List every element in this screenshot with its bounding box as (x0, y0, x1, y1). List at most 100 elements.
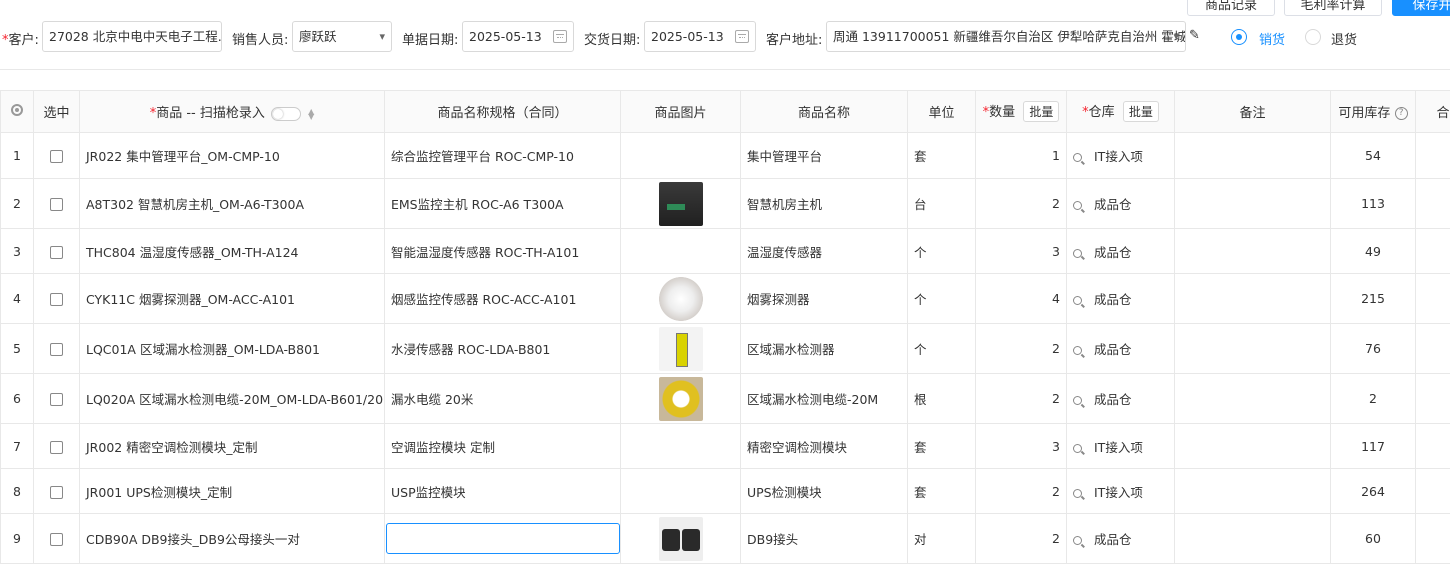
product-record-button[interactable]: 商品记录 (1187, 0, 1275, 16)
product-image[interactable] (658, 276, 703, 321)
doc-date-input[interactable]: 2025-05-13 (462, 21, 574, 52)
row-checkbox[interactable] (50, 485, 63, 499)
product-image[interactable] (658, 326, 703, 371)
table-row[interactable]: 5 LQC01A 区域漏水检测器_OM-LDA-B801 水浸传感器 ROC-LDA… (0, 323, 1450, 374)
note-cell[interactable] (1174, 513, 1331, 564)
return-option-label[interactable]: 退货 (1331, 29, 1357, 48)
row-checkbox[interactable] (50, 293, 63, 306)
header-product-label: 商品 -- 扫描枪录入 (156, 106, 265, 121)
search-icon[interactable] (1073, 296, 1082, 305)
product-cell[interactable]: THC804 温湿度传感器_OM-TH-A124 (79, 228, 385, 274)
spec-cell[interactable]: 烟感监控传感器 ROC-ACC-A101 (384, 273, 621, 324)
search-icon[interactable] (1073, 443, 1082, 453)
sales-select[interactable]: 廖跃跃 ▾ (292, 21, 392, 52)
edit-icon[interactable]: ✎ (1189, 28, 1200, 43)
table-row[interactable]: 1 JR022 集中管理平台_OM-CMP-10 综合监控管理平台 ROC-CMP-… (0, 132, 1450, 179)
qty-cell[interactable]: 2 (975, 468, 1067, 514)
product-cell[interactable]: CDB90A DB9接头_DB9公母接头一对 (79, 513, 385, 564)
warehouse-cell[interactable]: IT接入项 (1066, 468, 1175, 514)
note-cell[interactable] (1174, 132, 1331, 179)
warehouse-cell[interactable]: 成品仓 (1066, 513, 1175, 564)
table-row[interactable]: 8 JR001 UPS检测模块_定制 USP监控模块 UPS检测模块套 2 IT接入项 26… (0, 468, 1450, 514)
scanner-toggle[interactable] (271, 106, 301, 121)
customer-input[interactable]: 27028 北京中电中天电子工程... (42, 21, 222, 52)
spec-cell[interactable]: 智能温湿度传感器 ROC-TH-A101 (384, 228, 621, 274)
row-checkbox[interactable] (50, 393, 63, 406)
warehouse-cell[interactable]: 成品仓 (1066, 228, 1175, 274)
table-row[interactable]: 2 A8T302 智慧机房主机_OM-A6-T300A EMS监控主机 ROC-A6… (0, 178, 1450, 229)
table-row[interactable]: 7 JR002 精密空调检测模块_定制 空调监控模块 定制 精密空调检测模块套 3 IT接… (0, 423, 1450, 469)
qty-cell[interactable]: 2 (975, 323, 1067, 374)
margin-calc-button[interactable]: 毛利率计算 (1284, 0, 1382, 16)
qty-cell[interactable]: 1 (975, 132, 1067, 179)
product-cell[interactable]: JR002 精密空调检测模块_定制 (79, 423, 385, 469)
row-checkbox[interactable] (50, 440, 63, 454)
warehouse-cell[interactable]: 成品仓 (1066, 273, 1175, 324)
search-icon[interactable] (1073, 346, 1082, 355)
warehouse-cell[interactable]: 成品仓 (1066, 178, 1175, 229)
qty-cell[interactable]: 2 (975, 513, 1067, 564)
qty-cell[interactable]: 3 (975, 423, 1067, 469)
spec-cell[interactable]: 综合监控管理平台 ROC-CMP-10 (384, 132, 621, 179)
warehouse-value: IT接入项 (1094, 439, 1143, 455)
qty-batch-button[interactable]: 批量 (1023, 101, 1060, 122)
product-cell[interactable]: JR022 集中管理平台_OM-CMP-10 (79, 132, 385, 179)
note-cell[interactable] (1174, 323, 1331, 374)
note-cell[interactable] (1174, 178, 1331, 229)
product-image[interactable] (658, 181, 703, 226)
help-icon[interactable]: ? (1394, 107, 1408, 120)
note-cell[interactable] (1174, 228, 1331, 274)
warehouse-cell[interactable]: IT接入项 (1066, 423, 1175, 469)
row-checkbox[interactable] (50, 245, 63, 259)
product-image[interactable] (658, 516, 703, 561)
spec-cell[interactable] (384, 513, 621, 564)
product-cell[interactable]: LQ020A 区域漏水检测电缆-20M_OM-LDA-B601/20 (79, 373, 385, 424)
warehouse-cell[interactable]: 成品仓 (1066, 323, 1175, 374)
qty-cell[interactable]: 2 (975, 373, 1067, 424)
spec-cell[interactable]: USP监控模块 (384, 468, 621, 514)
spec-cell[interactable]: 漏水电缆 20米 (384, 373, 621, 424)
sale-option-label[interactable]: 销货 (1259, 29, 1285, 48)
spec-cell[interactable]: 空调监控模块 定制 (384, 423, 621, 469)
search-icon[interactable] (1073, 536, 1082, 545)
return-radio[interactable] (1305, 29, 1321, 45)
product-image[interactable] (658, 376, 703, 421)
row-checkbox[interactable] (50, 343, 63, 356)
save-button[interactable]: 保存并 (1392, 0, 1450, 16)
search-icon[interactable] (1073, 396, 1082, 405)
qty-cell[interactable]: 4 (975, 273, 1067, 324)
delivery-date-input[interactable]: 2025-05-13 (644, 21, 756, 52)
product-cell[interactable]: A8T302 智慧机房主机_OM-A6-T300A (79, 178, 385, 229)
address-select[interactable]: 周通 13911700051 新疆维吾尔自治区 伊犁哈萨克自治州 霍城 ▾ (826, 21, 1186, 52)
gear-icon[interactable] (11, 103, 23, 116)
search-icon[interactable] (1073, 248, 1082, 258)
sort-icon[interactable]: ▲ ▼ (308, 107, 314, 120)
product-cell[interactable]: LQC01A 区域漏水检测器_OM-LDA-B801 (79, 323, 385, 374)
table-row[interactable]: 9 CDB90A DB9接头_DB9公母接头一对 DB9接头对 2 成品仓 60 (0, 513, 1450, 564)
spec-input[interactable] (386, 523, 620, 554)
row-checkbox[interactable] (50, 150, 63, 163)
warehouse-cell[interactable]: 成品仓 (1066, 373, 1175, 424)
note-cell[interactable] (1174, 373, 1331, 424)
note-cell[interactable] (1174, 423, 1331, 469)
row-checkbox[interactable] (50, 198, 63, 211)
table-row[interactable]: 6 LQ020A 区域漏水检测电缆-20M_OM-LDA-B601/20 漏水电缆 … (0, 373, 1450, 424)
warehouse-batch-button[interactable]: 批量 (1122, 101, 1159, 122)
search-icon[interactable] (1073, 201, 1082, 210)
note-cell[interactable] (1174, 468, 1331, 514)
warehouse-cell[interactable]: IT接入项 (1066, 132, 1175, 179)
table-row[interactable]: 4 CYK11C 烟雾探测器_OM-ACC-A101 烟感监控传感器 ROC-ACC… (0, 273, 1450, 324)
search-icon[interactable] (1073, 153, 1082, 162)
spec-cell[interactable]: EMS监控主机 ROC-A6 T300A (384, 178, 621, 229)
product-cell[interactable]: CYK11C 烟雾探测器_OM-ACC-A101 (79, 273, 385, 324)
qty-cell[interactable]: 3 (975, 228, 1067, 274)
spec-cell[interactable]: 水浸传感器 ROC-LDA-B801 (384, 323, 621, 374)
column-settings[interactable] (0, 90, 34, 133)
sale-radio[interactable] (1231, 29, 1247, 45)
row-checkbox[interactable] (50, 533, 63, 546)
qty-cell[interactable]: 2 (975, 178, 1067, 229)
search-icon[interactable] (1073, 488, 1082, 498)
note-cell[interactable] (1174, 273, 1331, 324)
table-row[interactable]: 3 THC804 温湿度传感器_OM-TH-A124 智能温湿度传感器 ROC-TH… (0, 228, 1450, 274)
product-cell[interactable]: JR001 UPS检测模块_定制 (79, 468, 385, 514)
